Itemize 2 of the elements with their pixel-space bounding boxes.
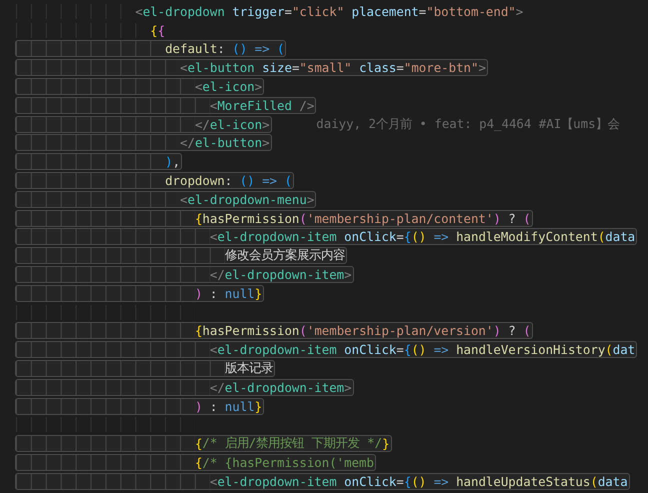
- blame-annotation: daiyy, 2个月前 • feat: p4_4464 #AI【ums】会: [316, 116, 620, 133]
- code-line: <el-dropdown trigger="click" placement="bottom-end">: [14, 2, 526, 20]
